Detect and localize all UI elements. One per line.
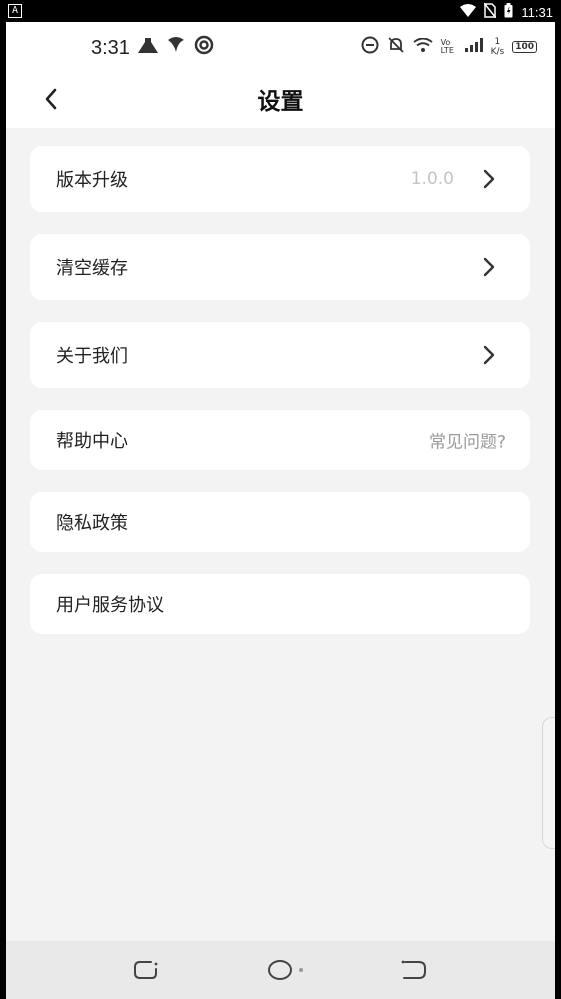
flask-icon [137, 37, 158, 60]
back-nav-button[interactable] [399, 957, 429, 983]
settings-item-label: 清空缓存 [56, 258, 128, 279]
target-icon [194, 35, 214, 61]
system-clock: 11:31 [521, 4, 553, 20]
mute-bell-icon [387, 36, 405, 58]
no-sim-icon [483, 2, 498, 21]
bird-icon [166, 36, 186, 60]
app-screen: 3:31 Vo LTE 1 K/s 100 设置 版本升级 1.0.0 清空缓存… [6, 22, 555, 999]
settings-item-privacy-policy[interactable]: 隐私政策 [30, 492, 530, 552]
chevron-right-icon [483, 169, 495, 189]
version-number: 1.0.0 [410, 169, 454, 189]
system-status-bar: A 11:31 [0, 0, 561, 22]
settings-item-help-center[interactable]: 帮助中心 常见问题? [30, 410, 530, 470]
settings-item-label: 关于我们 [56, 346, 128, 367]
signal-icon [464, 38, 483, 56]
home-button[interactable] [266, 957, 306, 983]
settings-item-label: 版本升级 [56, 170, 128, 191]
recent-apps-icon [134, 961, 158, 979]
battery-icon: 100 [512, 41, 537, 53]
wifi-icon [460, 3, 477, 21]
wifi-icon [412, 37, 433, 56]
settings-item-version-upgrade[interactable]: 版本升级 1.0.0 [30, 146, 530, 212]
settings-item-label: 帮助中心 [56, 431, 128, 452]
settings-item-clear-cache[interactable]: 清空缓存 [30, 234, 530, 300]
page-header: 设置 [6, 72, 555, 128]
home-icon [268, 960, 303, 980]
system-nav-bar [6, 941, 555, 999]
do-not-disturb-icon [361, 36, 379, 58]
battery-icon [504, 3, 513, 21]
page-title: 设置 [257, 89, 304, 115]
status-time: 3:31 [91, 36, 130, 59]
chevron-right-icon [483, 257, 495, 277]
back-nav-icon [401, 960, 426, 979]
settings-item-about-us[interactable]: 关于我们 [30, 322, 530, 388]
edge-panel-handle[interactable] [542, 717, 555, 849]
faq-link[interactable]: 常见问题? [429, 428, 506, 453]
volte-label: Vo LTE [440, 38, 454, 55]
settings-item-label: 隐私政策 [56, 513, 128, 534]
app-badge-icon: A [8, 4, 22, 18]
settings-item-label: 用户服务协议 [56, 595, 164, 616]
recent-apps-button[interactable] [131, 957, 161, 983]
chevron-right-icon [483, 345, 495, 365]
settings-item-user-agreement[interactable]: 用户服务协议 [30, 574, 530, 634]
inner-status-bar: 3:31 Vo LTE 1 K/s 100 [6, 22, 555, 72]
network-speed: 1 K/s [490, 37, 505, 57]
